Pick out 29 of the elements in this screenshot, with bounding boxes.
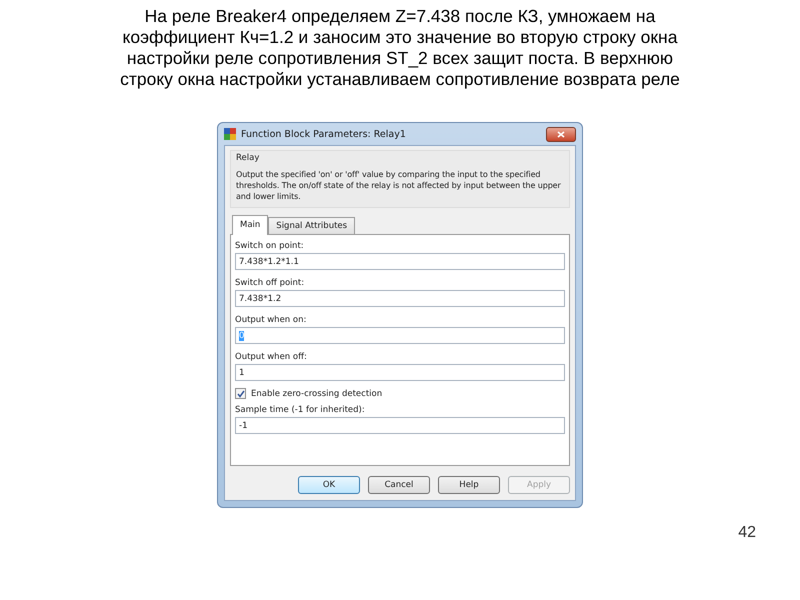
dialog-button[interactable]: Cancel (368, 476, 430, 494)
input-field[interactable]: 1 (235, 364, 565, 381)
close-button[interactable] (546, 126, 576, 142)
close-icon (557, 130, 565, 138)
input-field[interactable]: -1 (235, 417, 565, 434)
field-value: -1 (239, 420, 248, 430)
field-label: Switch off point: (235, 278, 306, 288)
input-field[interactable]: 7.438*1.2 (235, 290, 565, 307)
field-label: Output when off: (235, 352, 308, 362)
dialog-button[interactable]: Help (438, 476, 500, 494)
window-title: Function Block Parameters: Relay1 (241, 128, 407, 140)
slide-heading: На реле Breaker4 определяем Z=7.438 после КЗ, умножаем на коэффициент Кч=1.2 и заносим это значение во вторую строку окна настройки реле сопротивления ST_2 всех защит поста. В верхнюю строку окна настройки устанавливаем сопротивление возврата реле (119, 6, 681, 90)
app-icon (224, 128, 236, 140)
group-title: Relay (236, 153, 260, 163)
page-number: 42 (738, 524, 756, 542)
field-value: 1 (239, 368, 244, 378)
dialog-button[interactable]: OK (298, 476, 360, 494)
field-value: 7.438*1.2 (239, 294, 282, 304)
input-field[interactable]: 7.438*1.2*1.1 (235, 253, 565, 270)
field-label: Sample time (-1 for inherited): (235, 405, 366, 415)
field-value: 0 (239, 330, 244, 340)
tab[interactable]: Signal Attributes (268, 217, 356, 235)
tab[interactable]: Main (232, 215, 268, 235)
description-text: Output the specified 'on' or 'off' value by comparing the input to the specified thresholds. The on/off state of the relay is not affected by input between the upper and lower limits. (236, 169, 562, 202)
checkbox[interactable] (235, 388, 246, 399)
field-label: Switch on point: (235, 241, 305, 251)
field-label: Output when on: (235, 315, 308, 325)
field-value: 7.438*1.2*1.1 (239, 256, 299, 266)
checkbox-label: Enable zero-crossing detection (251, 388, 382, 398)
